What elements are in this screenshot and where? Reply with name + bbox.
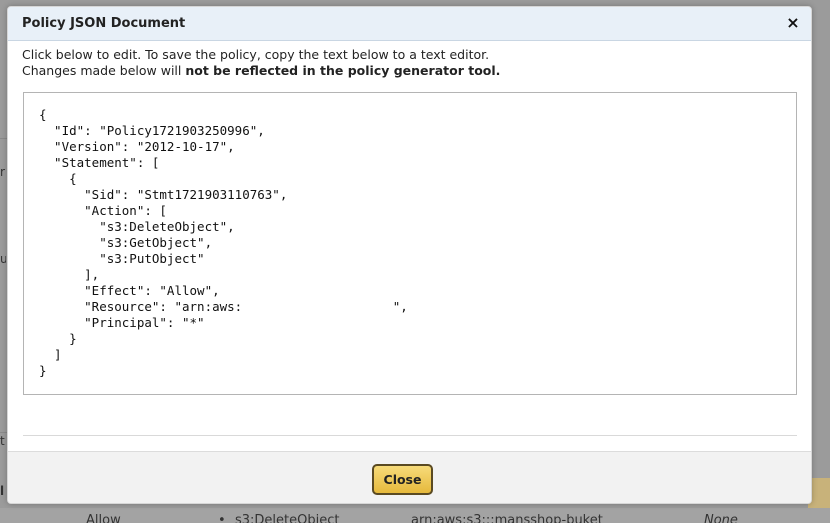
policy-json-editor[interactable]: { "Id": "Policy1721903250996", "Version"…	[23, 92, 797, 395]
background-action-cell: s3:DeleteObject	[235, 513, 340, 523]
instructions-line-2-text: Changes made below will	[22, 63, 186, 78]
policy-json-dialog: Policy JSON Document × Click below to ed…	[7, 6, 812, 504]
dialog-divider	[23, 435, 797, 436]
background-text-fragment: l	[0, 484, 5, 498]
close-icon[interactable]: ×	[785, 15, 801, 31]
background-conditions-cell: None	[704, 513, 738, 523]
background-text-fragment: t	[0, 434, 5, 448]
dialog-instructions: Click below to edit. To save the policy,…	[22, 47, 792, 79]
close-button[interactable]: Close	[372, 464, 433, 495]
background-table-row: Allow • s3:DeleteObject arn:aws:s3:::man…	[0, 508, 830, 523]
instructions-warning: not be reflected in the policy generator…	[185, 63, 501, 78]
background-text-fragment: u	[0, 252, 6, 266]
instructions-line-2: Changes made below will not be reflected…	[22, 63, 792, 79]
dialog-title: Policy JSON Document	[22, 16, 186, 31]
background-effect-cell: Allow	[86, 513, 121, 523]
bullet-icon: •	[218, 513, 226, 523]
dialog-titlebar: Policy JSON Document ×	[8, 7, 811, 41]
background-text-fragment: r	[0, 165, 5, 179]
background-resource-cell: arn:aws:s3:::mansshop-buket	[411, 513, 603, 523]
dialog-footer: Close	[8, 451, 811, 503]
instructions-line-1: Click below to edit. To save the policy,…	[22, 47, 490, 62]
